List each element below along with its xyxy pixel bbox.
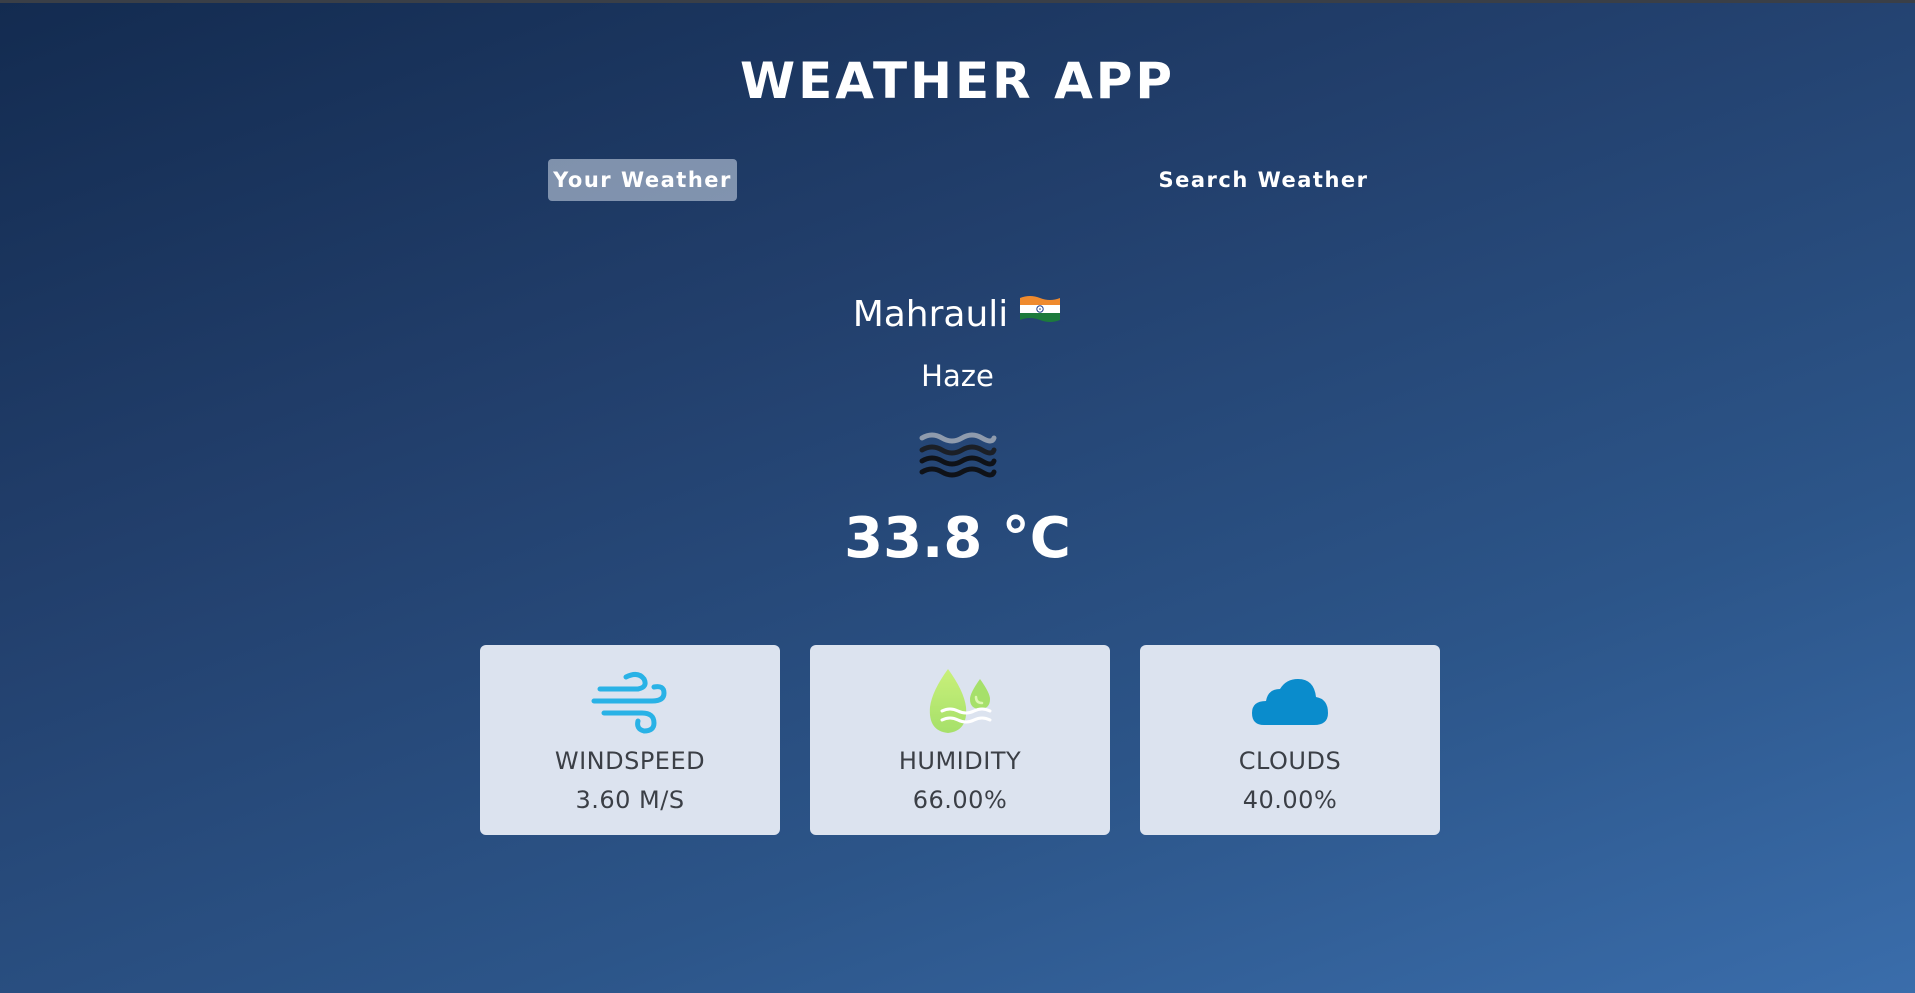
temperature: 33.8 °C — [844, 506, 1071, 571]
weather-stats: WINDSPEED 3.60 M/S HUMIDITY 66.00% CLOUD… — [480, 645, 1440, 835]
weather-info: Mahrauli Haze 33.8 °C — [0, 290, 1915, 574]
location-row: Mahrauli — [0, 290, 1915, 340]
clouds-value: 40.00% — [1242, 786, 1338, 814]
app-title: WEATHER APP — [739, 52, 1176, 110]
windspeed-value: 3.60 M/S — [575, 786, 685, 814]
tab-bar: Your Weather Search Weather — [0, 159, 1915, 201]
tab-your-weather[interactable]: Your Weather — [548, 159, 737, 201]
tab-search-weather[interactable]: Search Weather — [1140, 159, 1387, 201]
clouds-label: CLOUDS — [1238, 747, 1342, 775]
weather-condition: Haze — [921, 359, 994, 393]
haze-icon — [0, 426, 1915, 482]
humidity-value: 66.00% — [912, 786, 1008, 814]
india-flag-icon — [1018, 288, 1062, 338]
window-top-border — [0, 0, 1915, 3]
wind-icon — [590, 667, 670, 737]
humidity-card: HUMIDITY 66.00% — [810, 645, 1110, 835]
city-name: Mahrauli — [852, 294, 1009, 335]
cloud-icon — [1250, 667, 1330, 737]
humidity-icon — [920, 667, 1000, 737]
windspeed-card: WINDSPEED 3.60 M/S — [480, 645, 780, 835]
clouds-card: CLOUDS 40.00% — [1140, 645, 1440, 835]
windspeed-label: WINDSPEED — [554, 747, 706, 775]
humidity-label: HUMIDITY — [898, 747, 1022, 775]
